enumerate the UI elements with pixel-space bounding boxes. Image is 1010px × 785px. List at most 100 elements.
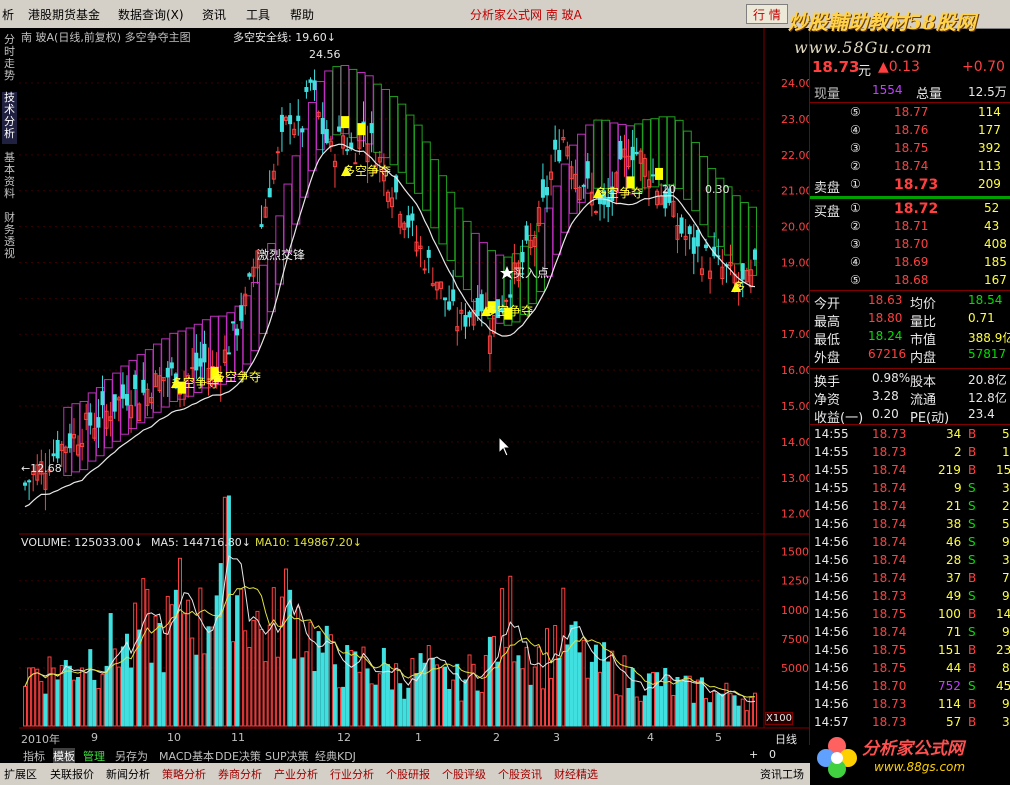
bottom-item[interactable]: 关联报价 bbox=[50, 766, 94, 782]
candle-body bbox=[120, 384, 125, 399]
bottom-item[interactable]: 个股评级 bbox=[442, 766, 486, 782]
bottom-item[interactable]: 个股资讯 bbox=[498, 766, 542, 782]
stat-value: 18.24 bbox=[868, 329, 903, 343]
bottom-item[interactable]: 扩展区 bbox=[4, 766, 37, 782]
volume-bar bbox=[716, 693, 721, 727]
chart-area[interactable]: 12.00 13.00 14.00 15.00 16.00 17.00 18.00 19.00… bbox=[19, 28, 816, 747]
volume-bar bbox=[173, 589, 178, 727]
tick-row: 14:56 18.74 28 S 3 bbox=[810, 552, 1010, 570]
stat-row: 收益(一) 0.20 PE(动) 23.4 bbox=[810, 406, 1010, 426]
tab-financials[interactable]: 财务透视 bbox=[2, 212, 17, 264]
tab-intraday[interactable]: 分时走势 bbox=[2, 34, 17, 86]
candle-body bbox=[165, 367, 170, 378]
sell-order-row: ⑤ 18.77 114 bbox=[810, 104, 1010, 122]
sell-volume: 177 bbox=[978, 123, 1001, 137]
tab-macd[interactable]: MACD基本 bbox=[159, 748, 214, 764]
candle-body bbox=[687, 226, 692, 235]
stat-value: 67216 bbox=[868, 347, 907, 361]
menu-item-news[interactable]: 资讯 bbox=[202, 6, 226, 23]
buy-price: 18.71 bbox=[894, 219, 929, 233]
tab-save-as[interactable]: 另存为 bbox=[115, 748, 148, 764]
quote-panel: 18.73 元 ▲0.13 +0.70 现量 1554 总量 12.5万 ⑤ 18… bbox=[809, 28, 1010, 745]
stat-value: 0.71 bbox=[968, 311, 995, 325]
tick-volume: 28 bbox=[946, 553, 962, 567]
signal-label: 多 bbox=[733, 280, 746, 294]
menu-item-hk-futures[interactable]: 港股期货基金 bbox=[28, 6, 100, 23]
tick-price: 18.73 bbox=[872, 589, 907, 603]
tab-sup[interactable]: SUP决策 bbox=[265, 748, 309, 764]
tab-kdj[interactable]: 经典KDJ bbox=[315, 748, 356, 764]
candle-body bbox=[581, 184, 586, 187]
volume-bar bbox=[157, 623, 162, 727]
candle-body bbox=[308, 79, 313, 83]
tab-manage[interactable]: 管理 bbox=[83, 748, 105, 764]
bottom-item[interactable]: 行业分析 bbox=[330, 766, 374, 782]
volume-bar bbox=[67, 665, 72, 727]
tick-side: S bbox=[968, 589, 976, 603]
tick-time: 14:56 bbox=[814, 499, 849, 513]
kline-chart[interactable]: 12.00 13.00 14.00 15.00 16.00 17.00 18.00 19.00… bbox=[19, 28, 816, 745]
candle-body bbox=[410, 213, 415, 221]
volume-bar bbox=[414, 673, 419, 727]
quote-toggle-label: 行 情 bbox=[753, 8, 781, 22]
zoom-in-button[interactable]: + bbox=[749, 748, 758, 761]
volume-bar bbox=[659, 686, 664, 727]
bottom-item[interactable]: 产业分析 bbox=[274, 766, 318, 782]
tab-dde[interactable]: DDE决策 bbox=[215, 748, 261, 764]
ref-label-030: 0.30 bbox=[705, 183, 730, 196]
candle-body bbox=[467, 311, 472, 318]
stat-value: 18.63 bbox=[868, 293, 903, 307]
tick-count: 14 bbox=[996, 607, 1010, 621]
volume-row: 现量 1554 总量 12.5万 bbox=[810, 82, 1010, 102]
bottom-item[interactable]: 财经精选 bbox=[554, 766, 598, 782]
menu-item-data-query[interactable]: 数据查询(X) bbox=[118, 6, 184, 23]
volume-bar bbox=[406, 687, 411, 727]
bottom-item[interactable]: 新闻分析 bbox=[106, 766, 150, 782]
tick-time: 14:56 bbox=[814, 661, 849, 675]
volume-bar bbox=[402, 698, 407, 727]
tick-side: B bbox=[968, 427, 977, 441]
tick-price: 18.74 bbox=[872, 535, 907, 549]
volume-bar bbox=[606, 661, 611, 727]
tab-template[interactable]: 模板 bbox=[53, 748, 75, 764]
tick-price: 18.74 bbox=[872, 463, 907, 477]
tab-indicator[interactable]: 指标 bbox=[23, 748, 45, 764]
candle-body bbox=[520, 251, 525, 263]
volume-bar bbox=[422, 662, 427, 727]
stat-value: 23.4 bbox=[968, 407, 995, 421]
candle-body bbox=[593, 211, 598, 214]
bottom-item[interactable]: 策略分析 bbox=[162, 766, 206, 782]
menu-item-help[interactable]: 帮助 bbox=[290, 6, 314, 23]
tab-technical[interactable]: 技术分析 bbox=[2, 92, 17, 144]
safety-line-label: 多空安全线: 19.60↓ bbox=[233, 31, 336, 44]
candle-body bbox=[553, 139, 558, 150]
candle-body bbox=[239, 305, 244, 321]
period-label[interactable]: 日线 bbox=[775, 731, 797, 747]
stat-row: 最高 18.80 量比 0.71 bbox=[810, 310, 1010, 330]
candle-body bbox=[634, 151, 639, 155]
bottom-item[interactable]: 个股研报 bbox=[386, 766, 430, 782]
quote-toggle-button[interactable]: 行 情 bbox=[746, 4, 788, 24]
stat-value: 57817 bbox=[968, 347, 1007, 361]
tab-fundamentals[interactable]: 基本资料 bbox=[2, 152, 17, 204]
candle-body bbox=[304, 87, 309, 92]
tick-count: 9 bbox=[1002, 535, 1010, 549]
bottom-item[interactable]: 券商分析 bbox=[218, 766, 262, 782]
buy-volume: 167 bbox=[984, 273, 1007, 287]
menu-item-tools[interactable]: 工具 bbox=[246, 6, 270, 23]
price-tick-label: 19.00 bbox=[781, 256, 809, 269]
stat-value: 388.9亿 bbox=[968, 331, 1010, 345]
candle-body bbox=[124, 393, 129, 406]
tick-side: S bbox=[968, 517, 976, 531]
zoom-reset-button[interactable]: 0 bbox=[769, 748, 776, 761]
buy-volume: 185 bbox=[984, 255, 1007, 269]
candle-body bbox=[752, 249, 757, 260]
menu-item-analysis[interactable]: 析 bbox=[2, 6, 14, 23]
bottom-item[interactable]: 资讯工场 bbox=[760, 766, 804, 782]
volume-bar bbox=[332, 664, 337, 727]
x-axis-label: 9 bbox=[91, 731, 98, 744]
tick-side: S bbox=[968, 553, 976, 567]
volume-bar bbox=[577, 652, 582, 727]
tick-row: 14:56 18.70 752 S 45 bbox=[810, 678, 1010, 696]
price-tick-label: 14.00 bbox=[781, 436, 809, 449]
